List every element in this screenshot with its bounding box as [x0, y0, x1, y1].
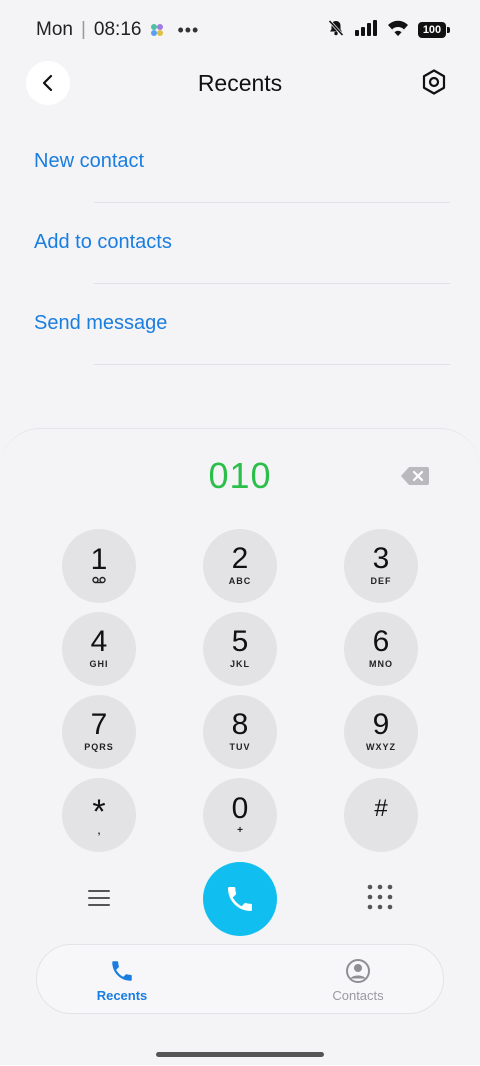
key-digit: 7: [90, 708, 108, 741]
send-message-label: Send message: [34, 312, 168, 334]
key-9[interactable]: 9 WXYZ: [344, 695, 418, 769]
dialer-controls: [0, 861, 480, 937]
home-indicator[interactable]: [156, 1052, 324, 1057]
backspace-icon: [401, 467, 429, 485]
add-to-contacts-label: Add to contacts: [34, 231, 172, 253]
app-notification-icon: [149, 22, 165, 38]
battery-icon: 100: [418, 22, 450, 38]
key-hash[interactable]: #: [344, 778, 418, 852]
call-button[interactable]: [203, 862, 277, 936]
new-contact-label: New contact: [34, 150, 145, 172]
key-digit: 4: [90, 625, 108, 658]
key-letters: PQRS: [84, 742, 114, 752]
key-6[interactable]: 6 MNO: [344, 612, 418, 686]
page-title: Recents: [197, 70, 283, 96]
backspace-button[interactable]: [398, 465, 432, 487]
status-left: Mon | 08:16 •••: [36, 19, 199, 41]
key-letters: WXYZ: [366, 742, 396, 752]
key-1[interactable]: 1: [62, 529, 136, 603]
divider: [94, 364, 450, 365]
new-contact-item[interactable]: New contact: [0, 122, 480, 203]
tab-contacts[interactable]: Contacts: [273, 945, 443, 1015]
key-digit: 0: [231, 791, 249, 825]
status-right: 100: [327, 19, 450, 42]
send-message-item[interactable]: Send message: [0, 284, 480, 365]
key-4[interactable]: 4 GHI: [62, 612, 136, 686]
key-digit: 1: [90, 542, 108, 576]
status-time: 08:16: [93, 19, 142, 40]
key-8[interactable]: 8 TUV: [203, 695, 277, 769]
gear-icon: [422, 69, 446, 95]
dialpad-icon: [367, 884, 393, 910]
key-digit: 2: [231, 542, 249, 575]
key-letters: +: [237, 824, 243, 836]
voicemail-icon: [92, 576, 106, 588]
wifi-icon: [387, 19, 409, 42]
status-bar: Mon | 08:16 ••• 100: [0, 0, 480, 60]
key-2[interactable]: 2 ABC: [203, 529, 277, 603]
key-letters: ,: [97, 825, 101, 837]
key-0[interactable]: 0 +: [203, 778, 277, 852]
menu-button[interactable]: [84, 885, 114, 911]
key-star[interactable]: * ,: [62, 778, 136, 852]
add-to-contacts-item[interactable]: Add to contacts: [0, 203, 480, 284]
status-separator: |: [80, 19, 86, 40]
tab-recents[interactable]: Recents: [37, 945, 207, 1015]
key-letters: GHI: [89, 659, 109, 669]
bottom-navigation: Recents Contacts: [36, 944, 444, 1014]
key-letters: JKL: [229, 659, 250, 669]
key-digit: 5: [231, 625, 249, 658]
key-letters: ABC: [228, 576, 252, 586]
settings-button[interactable]: [418, 66, 450, 98]
key-digit: 3: [372, 542, 390, 575]
header: Recents: [0, 56, 480, 112]
hamburger-menu-icon: [88, 890, 110, 906]
silent-bell-icon: [327, 19, 345, 42]
tab-recents-label: Recents: [96, 987, 148, 1003]
key-letters: TUV: [229, 742, 251, 752]
signal-icon: [354, 19, 378, 42]
key-digit: 9: [372, 708, 390, 741]
keypad: 1 2 ABC 3 DEF 4 GHI 5 JKL 6 MNO 7 PQRS 8…: [62, 529, 418, 852]
phone-icon: [112, 960, 132, 981]
key-digit: *: [92, 792, 106, 831]
status-day: Mon: [36, 19, 73, 40]
key-digit: 8: [231, 708, 249, 741]
key-digit: #: [374, 795, 388, 822]
keypad-toggle-button[interactable]: [366, 883, 394, 911]
more-notifications-icon: •••: [177, 19, 200, 40]
person-circle-icon: [346, 958, 370, 983]
phone-icon: [228, 887, 252, 911]
key-5[interactable]: 5 JKL: [203, 612, 277, 686]
key-letters: DEF: [370, 576, 392, 586]
key-letters: MNO: [369, 659, 393, 669]
key-digit: 6: [372, 625, 390, 658]
key-3[interactable]: 3 DEF: [344, 529, 418, 603]
key-7[interactable]: 7 PQRS: [62, 695, 136, 769]
action-list: New contact Add to contacts Send message: [0, 122, 480, 365]
tab-contacts-label: Contacts: [332, 987, 384, 1003]
